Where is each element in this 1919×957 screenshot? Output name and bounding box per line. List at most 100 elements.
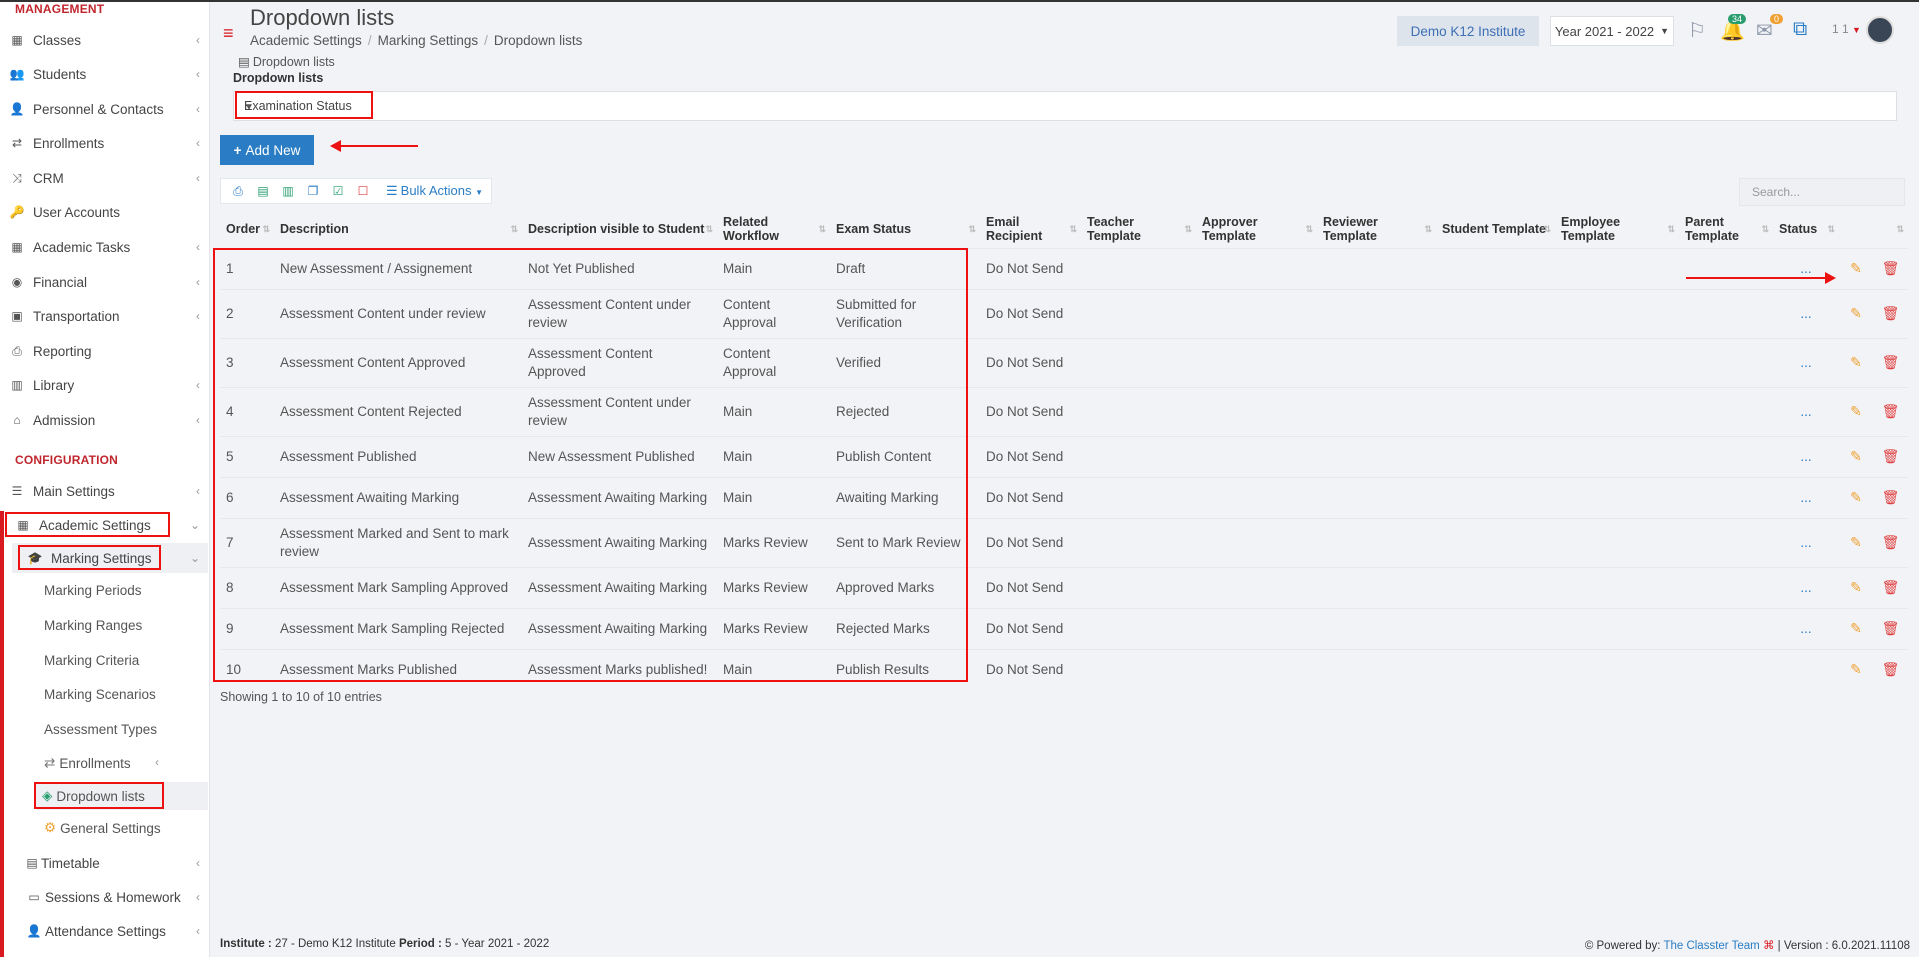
- edit-icon[interactable]: ✎: [1850, 354, 1862, 370]
- edit-icon[interactable]: ✎: [1850, 448, 1862, 464]
- search-input[interactable]: Search...: [1739, 178, 1905, 206]
- sidebar-item-timetable[interactable]: ▤ Timetable ‹: [26, 848, 208, 878]
- dropdown-list-select[interactable]: Examination Status ▼: [233, 91, 1897, 121]
- year-select[interactable]: Year 2021 - 2022 ▼: [1550, 16, 1674, 46]
- column-header-parent-template[interactable]: Parent Template ⇅: [1679, 210, 1773, 248]
- column-header-approver-template[interactable]: Approver Template ⇅: [1196, 210, 1317, 248]
- status-more-button[interactable]: ...: [1773, 566, 1839, 608]
- bulk-actions-button[interactable]: ☰ Bulk Actions ▼: [386, 183, 483, 199]
- print-icon[interactable]: ⎙: [228, 184, 248, 199]
- sidebar-item-crm[interactable]: ⤨ CRM ‹: [8, 163, 208, 193]
- check-all-icon[interactable]: ☑: [328, 184, 348, 198]
- cell-template-empty: [1196, 288, 1317, 338]
- sidebar-item-reporting[interactable]: ⎙ Reporting: [8, 336, 208, 366]
- status-more-button[interactable]: ...: [1773, 386, 1839, 436]
- trash-icon[interactable]: 🗑: [1882, 620, 1900, 636]
- edit-icon[interactable]: ✎: [1850, 620, 1862, 636]
- cell-template-empty: [1317, 566, 1436, 608]
- edit-icon[interactable]: ✎: [1850, 260, 1862, 276]
- status-more-button[interactable]: [1773, 648, 1839, 690]
- chevron-left-icon: ‹: [196, 136, 200, 150]
- institute-button[interactable]: Demo K12 Institute: [1397, 16, 1539, 46]
- status-more-button[interactable]: ...: [1773, 517, 1839, 567]
- status-more-button[interactable]: ...: [1773, 607, 1839, 649]
- excel-icon[interactable]: ▤: [253, 184, 273, 198]
- sidebar-item-classes[interactable]: ▦ Classes ‹: [8, 25, 208, 55]
- cell-template-empty: [1555, 517, 1679, 567]
- status-more-button[interactable]: ...: [1773, 337, 1839, 387]
- sidebar-item-marking-ranges[interactable]: Marking Ranges: [44, 611, 142, 639]
- sidebar-item-general-settings[interactable]: ⚙ General Settings: [44, 814, 161, 842]
- sidebar-item-sub-enrollments[interactable]: ⇄ Enrollments: [44, 749, 131, 777]
- sidebar-item-enrollments[interactable]: ⇄ Enrollments ‹: [8, 128, 208, 158]
- cell-template-empty: [1436, 476, 1555, 518]
- cell-template-empty: [1436, 288, 1555, 338]
- menu-toggle-icon[interactable]: ≡: [223, 23, 234, 44]
- column-header-actions-2[interactable]: ⇅: [1873, 210, 1908, 248]
- edit-icon[interactable]: ✎: [1850, 579, 1862, 595]
- status-more-button[interactable]: ...: [1773, 435, 1839, 477]
- trash-icon[interactable]: 🗑: [1882, 448, 1900, 464]
- edit-icon[interactable]: ✎: [1850, 305, 1862, 321]
- column-header-student-template[interactable]: Student Template ⇅: [1436, 210, 1555, 248]
- copy-icon[interactable]: ❐: [303, 184, 323, 198]
- breadcrumb-item[interactable]: Marking Settings: [378, 33, 479, 48]
- sidebar-item-assessment-types[interactable]: Assessment Types: [44, 715, 157, 743]
- flag-icon[interactable]: ⚐: [1688, 18, 1706, 43]
- trash-icon[interactable]: 🗑: [1882, 305, 1900, 321]
- trash-icon[interactable]: 🗑: [1882, 260, 1900, 276]
- trash-icon[interactable]: 🗑: [1882, 354, 1900, 370]
- classter-team-link[interactable]: The Classter Team: [1663, 940, 1759, 952]
- cell-template-empty: [1679, 247, 1773, 289]
- sidebar-item-academic-tasks[interactable]: ▦ Academic Tasks ‹: [8, 232, 208, 262]
- highlight-dropdown-lists: [34, 782, 164, 809]
- column-header-order[interactable]: Order ⇅: [220, 210, 274, 248]
- sidebar-item-marking-periods[interactable]: Marking Periods: [44, 576, 142, 604]
- column-header-exam-status[interactable]: Exam Status ⇅: [830, 210, 980, 248]
- chevron-left-icon: ‹: [196, 890, 200, 904]
- cell-template-empty: [1081, 247, 1196, 289]
- uncheck-icon[interactable]: ☐: [353, 184, 373, 198]
- trash-icon[interactable]: 🗑: [1882, 489, 1900, 505]
- sidebar-item-user-accounts[interactable]: 🔑 User Accounts: [8, 197, 208, 227]
- user-number[interactable]: 1 1 ▼: [1832, 22, 1861, 36]
- add-new-button[interactable]: + Add New: [220, 135, 314, 165]
- sidebar-item-students[interactable]: 👥 Students ‹: [8, 59, 208, 89]
- sidebar-item-main-settings[interactable]: ☰ Main Settings ‹: [8, 476, 208, 506]
- column-header-teacher-template[interactable]: Teacher Template ⇅: [1081, 210, 1196, 248]
- edit-icon[interactable]: ✎: [1850, 534, 1862, 550]
- sidebar-item-transportation[interactable]: ▣ Transportation ‹: [8, 301, 208, 331]
- column-header-description-visible[interactable]: Description visible to Student ⇅: [522, 210, 717, 248]
- column-header-email-recipient[interactable]: Email Recipient ⇅: [980, 210, 1081, 248]
- column-header-status[interactable]: Status ⇅: [1773, 210, 1839, 248]
- sidebar-item-library[interactable]: ▥ Library ‹: [8, 370, 208, 400]
- sidebar-item-sessions-homework[interactable]: ▭ Sessions & Homework ‹: [26, 882, 208, 912]
- sidebar-item-marking-scenarios[interactable]: Marking Scenarios: [44, 680, 156, 708]
- trash-icon[interactable]: 🗑: [1882, 579, 1900, 595]
- breadcrumb-item[interactable]: Academic Settings: [250, 33, 362, 48]
- sidebar-item-attendance-settings[interactable]: 👤 Attendance Settings ‹: [26, 916, 208, 946]
- status-more-button[interactable]: ...: [1773, 288, 1839, 338]
- edit-icon[interactable]: ✎: [1850, 403, 1862, 419]
- column-header-description[interactable]: Description ⇅: [274, 210, 522, 248]
- layers-icon[interactable]: ⧉: [1793, 18, 1807, 41]
- csv-icon[interactable]: ▥: [278, 184, 298, 198]
- sidebar-item-marking-criteria[interactable]: Marking Criteria: [44, 646, 139, 674]
- status-more-button[interactable]: ...: [1773, 476, 1839, 518]
- column-header-employee-template[interactable]: Employee Template ⇅: [1555, 210, 1679, 248]
- avatar[interactable]: [1866, 16, 1894, 44]
- trash-icon[interactable]: 🗑: [1882, 661, 1900, 677]
- cell-template-empty: [1317, 288, 1436, 338]
- edit-cell: ✎: [1839, 648, 1873, 690]
- monitor-icon: ▭: [28, 890, 40, 904]
- chevron-left-icon: ‹: [155, 755, 159, 769]
- sidebar-item-admission[interactable]: ⌂ Admission ‹: [8, 405, 208, 435]
- sidebar-item-personnel[interactable]: 👤 Personnel & Contacts ‹: [8, 94, 208, 124]
- edit-icon[interactable]: ✎: [1850, 661, 1862, 677]
- trash-icon[interactable]: 🗑: [1882, 403, 1900, 419]
- column-header-related-workflow[interactable]: Related Workflow ⇅: [717, 210, 830, 248]
- edit-icon[interactable]: ✎: [1850, 489, 1862, 505]
- column-header-reviewer-template[interactable]: Reviewer Template ⇅: [1317, 210, 1436, 248]
- sidebar-item-financial[interactable]: ◉ Financial ‹: [8, 267, 208, 297]
- trash-icon[interactable]: 🗑: [1882, 534, 1900, 550]
